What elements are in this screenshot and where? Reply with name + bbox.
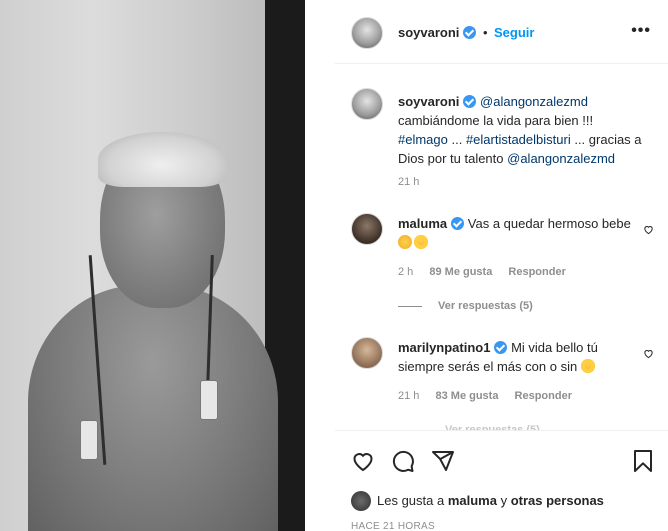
post-sidebar: soyvaroni • Seguir ••• soyvaroni @alango… bbox=[335, 0, 668, 531]
reply-button[interactable]: Responder bbox=[515, 390, 572, 402]
post-media[interactable] bbox=[0, 0, 305, 531]
caption-mention[interactable]: @alangonzalezmd bbox=[480, 94, 588, 109]
view-replies-label[interactable]: Ver respuestas (5) bbox=[438, 300, 533, 312]
author-username[interactable]: soyvaroni bbox=[398, 25, 477, 40]
comment-time[interactable]: 2 h bbox=[398, 266, 413, 278]
comment-icon[interactable] bbox=[391, 449, 415, 473]
share-icon[interactable] bbox=[431, 449, 455, 473]
comment: marilynpatino1 Mi vida bello tú siempre … bbox=[398, 338, 633, 376]
likes-summary[interactable]: Les gusta a maluma y otras personas bbox=[351, 491, 604, 511]
media-drain-bulb-right bbox=[200, 380, 218, 420]
post-actions: Les gusta a maluma y otras personas HACE… bbox=[335, 430, 668, 531]
likes-others[interactable]: otras personas bbox=[511, 493, 604, 508]
post-timestamp[interactable]: HACE 21 HORAS bbox=[351, 521, 435, 531]
comment-avatar[interactable] bbox=[351, 337, 383, 369]
verified-icon bbox=[494, 341, 508, 354]
liker-avatar bbox=[351, 491, 371, 511]
header-separator: • bbox=[483, 25, 488, 40]
heart-eyes-emoji-icon bbox=[414, 235, 428, 249]
comment-time[interactable]: 21 h bbox=[398, 390, 419, 402]
comment-like-heart-icon[interactable] bbox=[643, 224, 654, 235]
media-drain-bulb-left bbox=[80, 420, 98, 460]
likes-prefix: Les gusta a bbox=[377, 493, 448, 508]
caption-text: cambiándome la vida para bien !!! bbox=[398, 113, 594, 128]
likes-user[interactable]: maluma bbox=[448, 493, 497, 508]
view-replies-button[interactable]: Ver respuestas (5) bbox=[398, 300, 533, 312]
replies-divider bbox=[398, 305, 422, 307]
caption-mention-2[interactable]: @alangonzalezmd bbox=[507, 151, 615, 166]
post-header: soyvaroni • Seguir ••• bbox=[335, 0, 668, 64]
reply-button[interactable]: Responder bbox=[508, 266, 565, 278]
comment-username[interactable]: marilynpatino1 bbox=[398, 340, 490, 355]
comment-like-heart-icon[interactable] bbox=[643, 348, 654, 359]
comment-meta: 2 h 89 Me gusta Responder bbox=[398, 266, 579, 278]
post-caption: soyvaroni @alangonzalezmd cambiándome la… bbox=[398, 92, 643, 168]
comment-username[interactable]: maluma bbox=[398, 216, 447, 231]
caption-time[interactable]: 21 h bbox=[398, 176, 419, 188]
comment-likes[interactable]: 89 Me gusta bbox=[429, 266, 492, 278]
likes-mid: y bbox=[496, 493, 511, 508]
caption-author-avatar[interactable] bbox=[351, 88, 383, 120]
caption-hashtag-bisturi[interactable]: #elartistadelbisturi bbox=[466, 132, 571, 147]
verified-icon bbox=[463, 95, 477, 108]
caption-hashtag-elmago[interactable]: #elmago bbox=[398, 132, 448, 147]
comment-text: Vas a quedar hermoso bebe bbox=[467, 216, 631, 231]
author-username-text[interactable]: soyvaroni bbox=[398, 25, 459, 40]
comment-likes[interactable]: 83 Me gusta bbox=[435, 390, 498, 402]
author-avatar[interactable] bbox=[351, 17, 383, 49]
caption-username[interactable]: soyvaroni bbox=[398, 94, 459, 109]
heart-icon[interactable] bbox=[351, 449, 375, 473]
verified-icon bbox=[463, 26, 477, 39]
verified-icon bbox=[451, 217, 465, 230]
media-person-hair bbox=[98, 132, 226, 187]
more-options-icon[interactable]: ••• bbox=[631, 22, 651, 40]
comment-avatar[interactable] bbox=[351, 213, 383, 245]
caption-ellipsis: ... bbox=[447, 132, 466, 147]
laughing-emoji-icon bbox=[398, 235, 412, 249]
comment-meta: 21 h 83 Me gusta Responder bbox=[398, 390, 585, 402]
comment: maluma Vas a quedar hermoso bebe bbox=[398, 214, 633, 252]
heart-eyes-emoji-icon bbox=[580, 359, 595, 373]
media-person-body bbox=[28, 285, 278, 531]
bookmark-icon[interactable] bbox=[631, 449, 655, 473]
follow-button[interactable]: Seguir bbox=[494, 25, 534, 40]
